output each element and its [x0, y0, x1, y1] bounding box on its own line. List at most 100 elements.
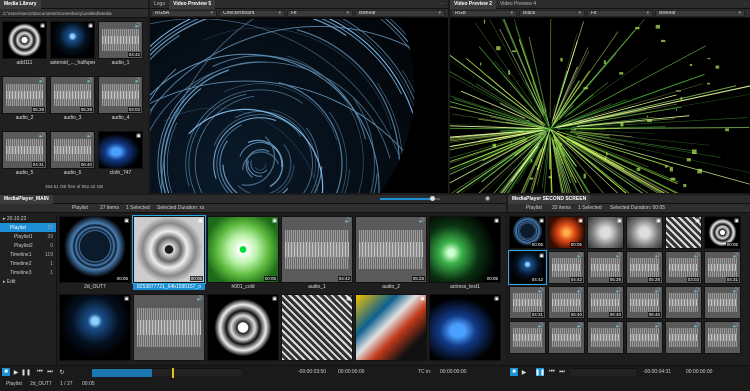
tab-media-library[interactable]: Media Library: [0, 0, 41, 9]
video-clip-thumb[interactable]: ▣: [626, 216, 663, 249]
audio-clip-thumb[interactable]: 🔊 06:40: [548, 286, 585, 319]
tree-item[interactable]: Playlist2 0: [0, 241, 56, 250]
tree-item[interactable]: Playlist 27: [0, 223, 56, 232]
preview2-tab-1[interactable]: Video Preview 4: [496, 0, 540, 9]
audio-clip-thumb[interactable]: 🔊 05:28: [587, 251, 624, 284]
clip-duration: 00:05: [486, 276, 499, 281]
speaker-icon: 🔊: [616, 323, 622, 329]
video-clip-thumb[interactable]: ▣: [207, 294, 279, 361]
video-clip-thumb[interactable]: ▣ 00:05: [704, 216, 741, 249]
prev-button-2[interactable]: ⏮: [548, 368, 556, 376]
pause-button-2[interactable]: ❚❚: [536, 368, 544, 376]
preview1-tab-0[interactable]: Logo: [150, 0, 169, 9]
video-clip-thumb[interactable]: ▣: [98, 131, 143, 169]
audio-clip-thumb[interactable]: 🔊 03:03: [665, 251, 702, 284]
video-clip-thumb[interactable]: ▣ 00:05: [207, 216, 279, 283]
speaker-icon: 🔊: [87, 133, 93, 139]
preview2-dropdown-1[interactable]: Black: [519, 10, 585, 17]
video-clip-thumb[interactable]: ▣ 04:42: [509, 251, 546, 284]
preview1-close-icon[interactable]: ⋯: [440, 1, 445, 7]
audio-clip-thumb[interactable]: 🔊: [509, 321, 546, 354]
stop-button-2[interactable]: ■: [510, 368, 518, 376]
audio-clip-thumb[interactable]: 🔊 04:31: [704, 251, 741, 284]
mediaplayer-second-toolbar: Playlist 33 items 1 Selected Selected Du…: [508, 204, 750, 213]
video-clip-thumb[interactable]: ▣: [355, 294, 427, 361]
image-icon: ▣: [539, 218, 544, 224]
video-clip-thumb[interactable]: ▣: [59, 294, 131, 361]
audio-clip-thumb[interactable]: 🔊: [704, 321, 741, 354]
media-library-panel: Media Library C:\Users\secto\Documents\S…: [0, 0, 148, 193]
video-clip-thumb[interactable]: ▣ 00:05: [429, 216, 501, 283]
audio-clip-thumb[interactable]: 🔊 04:42: [98, 21, 143, 59]
mediaplayer-main-panel: MediaPlayer_MAIN ◉ Playlist 27 items 1 S…: [0, 195, 506, 391]
video-clip-thumb[interactable]: ▣: [587, 216, 624, 249]
path-text[interactable]: C:\Users\secto\Documents\Screenberry\unt…: [3, 11, 112, 16]
audio-clip-thumb[interactable]: 🔊: [133, 294, 205, 361]
audio-clip-thumb[interactable]: 🔊 05:28: [355, 216, 427, 283]
video-clip-thumb[interactable]: ▣: [50, 21, 95, 59]
preview1-canvas[interactable]: [150, 19, 448, 193]
preview1-dropdown-3[interactable]: Bilinear: [355, 10, 445, 17]
preview2-close-icon[interactable]: ⋯: [742, 1, 747, 7]
audio-clip-thumb[interactable]: 🔊 04:31: [2, 131, 47, 169]
zoom-slider[interactable]: [380, 198, 440, 200]
audio-clip-thumb[interactable]: 🔊 06:40: [626, 286, 663, 319]
audio-clip-thumb[interactable]: 🔊: [665, 286, 702, 319]
preview2-dropdown-3[interactable]: Bilinear: [655, 10, 745, 17]
prev-button[interactable]: ⏮: [36, 368, 44, 376]
video-clip-thumb[interactable]: ▣ 00:05: [133, 216, 205, 283]
play-button[interactable]: ▶: [12, 368, 20, 376]
preview2-canvas[interactable]: [450, 19, 750, 193]
tab-mediaplayer-main[interactable]: MediaPlayer_MAIN: [0, 195, 53, 204]
video-clip-thumb[interactable]: ▣: [429, 294, 501, 361]
playlist-label-2: Playlist: [526, 205, 542, 211]
audio-clip-thumb[interactable]: 🔊 05:28: [626, 251, 663, 284]
audio-clip-thumb[interactable]: 🔊: [587, 321, 624, 354]
audio-clip-thumb[interactable]: 🔊 04:42: [548, 251, 585, 284]
tab-mediaplayer-second[interactable]: MediaPlayer SECOND SCREEN: [508, 195, 590, 204]
preview1-dropdown-2[interactable]: Fit: [287, 10, 353, 17]
preview2-dropdown-0[interactable]: RGB: [451, 10, 517, 17]
audio-clip-thumb[interactable]: 🔊 03:03: [98, 76, 143, 114]
tree-item[interactable]: Playlist1 29: [0, 232, 56, 241]
pause-button[interactable]: ❚❚: [22, 368, 30, 376]
stop-button[interactable]: ■: [2, 368, 10, 376]
image-icon: ▣: [695, 218, 700, 224]
audio-clip-thumb[interactable]: 🔊 04:31: [509, 286, 546, 319]
audio-clip-thumb[interactable]: 🔊 05:28: [50, 76, 95, 114]
tree-item[interactable]: ▸ 20.10.22: [0, 214, 56, 223]
video-clip-thumb[interactable]: ▣ 00:05: [59, 216, 131, 283]
tc-value[interactable]: 00:00:00:00: [440, 369, 466, 375]
tree-item[interactable]: ▸ Edit: [0, 277, 56, 286]
audio-clip-thumb[interactable]: 🔊: [704, 286, 741, 319]
tree-item[interactable]: Timeline3 1: [0, 268, 56, 277]
audio-clip-thumb[interactable]: 🔊: [665, 321, 702, 354]
audio-clip-thumb[interactable]: 🔊: [626, 321, 663, 354]
audio-clip-thumb[interactable]: 🔊 05:28: [2, 76, 47, 114]
video-clip-thumb[interactable]: ▣: [281, 294, 353, 361]
image-icon: ▣: [656, 218, 661, 224]
next-button-2[interactable]: ⏭: [558, 368, 566, 376]
audio-clip-thumb[interactable]: 🔊 04:42: [281, 216, 353, 283]
tree-item[interactable]: Timeline2 1: [0, 259, 56, 268]
video-clip-thumb[interactable]: ▣: [665, 216, 702, 249]
loop-button[interactable]: ↻: [58, 368, 66, 376]
preview1-dropdown-1[interactable]: Checkerboard: [219, 10, 285, 17]
timeline-ruler-2[interactable]: [570, 368, 636, 376]
audio-clip-thumb[interactable]: 🔊 06:40: [50, 131, 95, 169]
preview2-tab-0[interactable]: Video Preview 2: [450, 0, 496, 9]
play-button-2[interactable]: ▶: [520, 368, 528, 376]
preview2-dropdown-2[interactable]: Fit: [587, 10, 653, 17]
preview1-tab-1[interactable]: Video Preview 5: [169, 0, 215, 9]
video-clip-thumb[interactable]: ▣ 00:05: [548, 216, 585, 249]
tree-item[interactable]: Timeline1 119: [0, 250, 56, 259]
next-button[interactable]: ⏭: [46, 368, 54, 376]
timeline-ruler[interactable]: [92, 368, 242, 376]
audio-clip-thumb[interactable]: 🔊 06:40: [587, 286, 624, 319]
preview1-dropdown-0[interactable]: RGBA: [151, 10, 217, 17]
image-icon: ▣: [346, 296, 351, 302]
video-clip-thumb[interactable]: ▣ 00:05: [509, 216, 546, 249]
video-clip-thumb[interactable]: ▣: [2, 21, 47, 59]
eye-icon[interactable]: ◉: [485, 195, 490, 202]
audio-clip-thumb[interactable]: 🔊: [548, 321, 585, 354]
